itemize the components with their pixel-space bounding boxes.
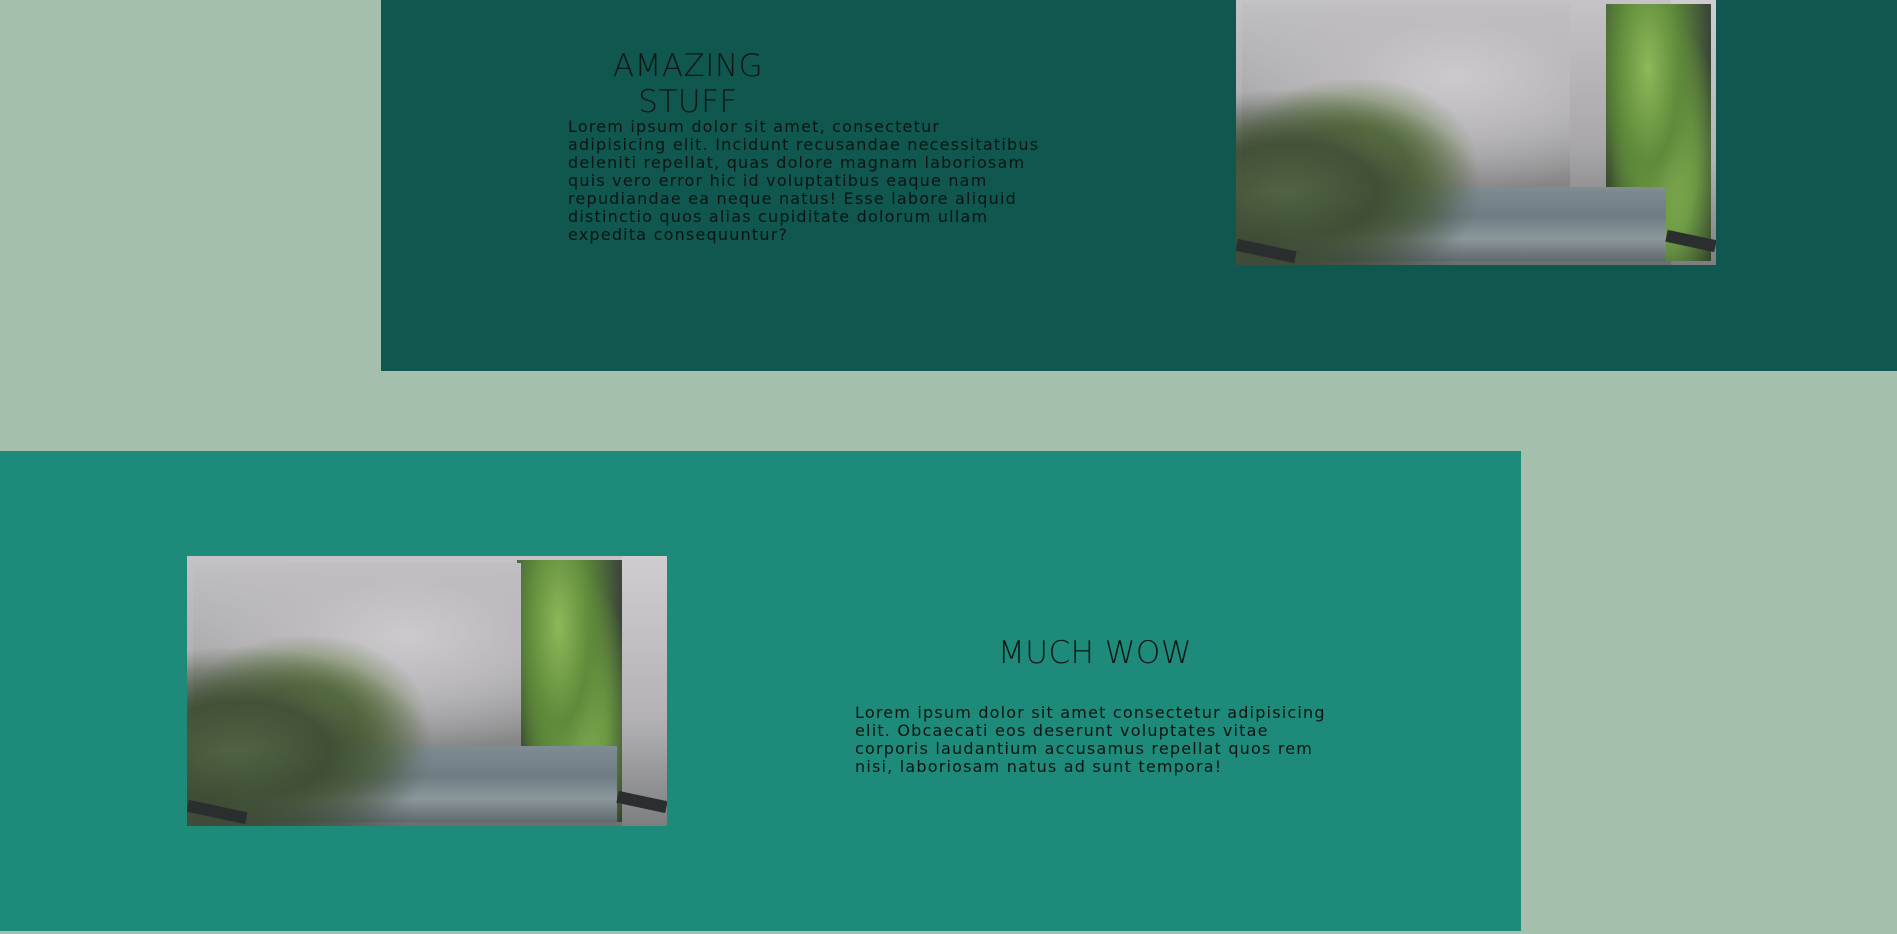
section-title: AMAZING STUFF: [612, 48, 764, 120]
misty-forest-photo: [1236, 0, 1716, 265]
section-title: MUCH WOW: [998, 635, 1192, 671]
feature-section-amazing-stuff: AMAZING STUFF Lorem ipsum dolor sit amet…: [381, 0, 1897, 371]
feature-section-much-wow: MUCH WOW Lorem ipsum dolor sit amet cons…: [0, 451, 1521, 931]
misty-forest-photo: [187, 556, 667, 826]
section-body-text: Lorem ipsum dolor sit amet, consectetur …: [568, 117, 1040, 244]
section-body-text: Lorem ipsum dolor sit amet consectetur a…: [855, 703, 1326, 776]
